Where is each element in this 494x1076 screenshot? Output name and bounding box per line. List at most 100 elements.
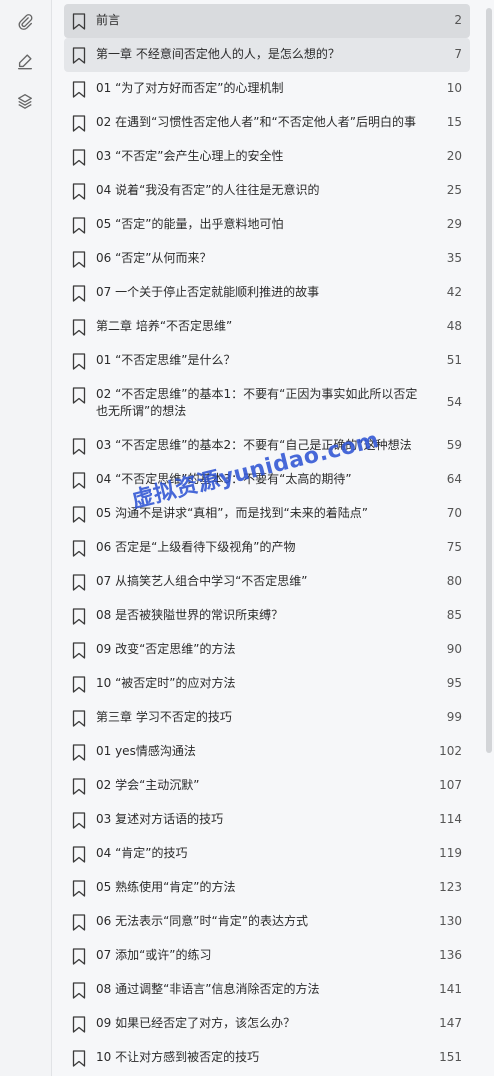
bookmark-icon[interactable] [72,812,86,829]
toc-item-title: 01 “不否定思维”是什么？ [96,353,236,367]
toc-item-title: 05 “否定”的能量，出乎意料地可怕 [96,217,284,231]
pen-icon[interactable] [12,48,38,74]
toc-item-title: 10 “被否定时”的应对方法 [96,676,236,690]
bookmark-icon[interactable] [72,353,86,370]
toc-item[interactable]: 01 “为了对方好而否定”的心理机制 10 [64,72,470,106]
toc-item[interactable]: 09 如果已经否定了对方，该怎么办？ 147 [64,1007,470,1041]
bookmark-icon[interactable] [72,115,86,132]
bookmark-icon[interactable] [72,778,86,795]
layers-icon[interactable] [12,88,38,114]
toc-item[interactable]: 10 不让对方感到被否定的技巧 151 [64,1041,470,1075]
toc-item-page: 35 [446,251,462,265]
toc-item-page: 141 [439,982,462,996]
left-toolbar [0,0,52,1076]
toc-item[interactable]: 09 改变“否定思维”的方法 90 [64,633,470,667]
toc-item[interactable]: 07 从搞笑艺人组合中学习“不否定思维” 80 [64,565,470,599]
toc-item-title: 04 说着“我没有否定”的人往往是无意识的 [96,183,320,197]
bookmark-icon[interactable] [72,149,86,166]
toc-item-page: 75 [446,540,462,554]
bookmark-icon[interactable] [72,285,86,302]
toc-item-page: 48 [446,319,462,333]
toc-item-title: 06 否定是“上级看待下级视角”的产物 [96,540,296,554]
toc-item-title: 06 “否定”从何而来？ [96,251,212,265]
toc-item-page: 15 [446,115,462,129]
bookmark-icon[interactable] [72,472,86,489]
toc-item[interactable]: 10 “被否定时”的应对方法 95 [64,667,470,701]
bookmark-icon[interactable] [72,540,86,557]
toc-item-page: 85 [446,608,462,622]
toc-item-title: 01 yes情感沟通法 [96,744,196,758]
toc-item[interactable]: 第二章 培养“不否定思维” 48 [64,310,470,344]
toc-item-title: 09 改变“否定思维”的方法 [96,642,236,656]
scrollbar-thumb[interactable] [486,8,492,753]
toc-item[interactable]: 03 “不否定”会产生心理上的安全性 20 [64,140,470,174]
toc-item-title: 07 从搞笑艺人组合中学习“不否定思维” [96,574,308,588]
bookmark-icon[interactable] [72,438,86,455]
bookmark-icon[interactable] [72,183,86,200]
toc-item-page: 119 [439,846,462,860]
bookmark-icon[interactable] [72,319,86,336]
bookmark-icon[interactable] [72,1016,86,1033]
toc-item[interactable]: 08 是否被狭隘世界的常识所束缚？ 85 [64,599,470,633]
toc-item[interactable]: 02 “不否定思维”的基本1：不要有“正因为事实如此所以否定也无所谓”的想法 54 [64,378,470,429]
toc-item[interactable]: 07 一个关于停止否定就能顺利推进的故事 42 [64,276,470,310]
toc-item-title: 04 “肯定”的技巧 [96,846,188,860]
toc-item-title: 第一章 不经意间否定他人的人，是怎么想的？ [96,47,340,61]
toc-item-page: 151 [439,1050,462,1064]
toc-item[interactable]: 01 yes情感沟通法 102 [64,735,470,769]
bookmark-icon[interactable] [72,676,86,693]
toc-item-title: 06 无法表示“同意”时“肯定”的表达方式 [96,914,308,928]
toc-item-title: 01 “为了对方好而否定”的心理机制 [96,81,284,95]
bookmark-icon[interactable] [72,387,86,404]
bookmark-icon[interactable] [72,880,86,897]
toc-item[interactable]: 05 熟练使用“肯定”的方法 123 [64,871,470,905]
toc-item[interactable]: 04 “肯定”的技巧 119 [64,837,470,871]
toc-item[interactable]: 02 学会“主动沉默” 107 [64,769,470,803]
toc-item-title: 09 如果已经否定了对方，该怎么办？ [96,1016,296,1030]
toc-item[interactable]: 08 通过调整“非语言”信息消除否定的方法 141 [64,973,470,1007]
toc-item[interactable]: 01 “不否定思维”是什么？ 51 [64,344,470,378]
bookmark-icon[interactable] [72,642,86,659]
paperclip-icon[interactable] [12,8,38,34]
toc-item[interactable]: 04 说着“我没有否定”的人往往是无意识的 25 [64,174,470,208]
bookmark-icon[interactable] [72,982,86,999]
bookmark-icon[interactable] [72,710,86,727]
bookmark-icon[interactable] [72,217,86,234]
toc-item-title: 02 “不否定思维”的基本1：不要有“正因为事实如此所以否定也无所谓”的想法 [96,387,418,418]
bookmark-icon[interactable] [72,251,86,268]
toc-item[interactable]: 05 沟通不是讲求“真相”，而是找到“未来的着陆点” 70 [64,497,470,531]
toc-item-title: 08 是否被狭隘世界的常识所束缚？ [96,608,284,622]
toc-item[interactable]: 06 无法表示“同意”时“肯定”的表达方式 130 [64,905,470,939]
toc-item[interactable]: 06 “否定”从何而来？ 35 [64,242,470,276]
toc-item[interactable]: 前言 2 [64,4,470,38]
toc-item[interactable]: 03 复述对方话语的技巧 114 [64,803,470,837]
toc-item-page: 80 [446,574,462,588]
toc-item-page: 107 [439,778,462,792]
bookmark-icon[interactable] [72,13,86,30]
bookmark-icon[interactable] [72,81,86,98]
toc-item-page: 54 [446,395,462,409]
toc-item-title: 10 不让对方感到被否定的技巧 [96,1050,260,1064]
toc-item[interactable]: 第三章 学习不否定的技巧 99 [64,701,470,735]
toc-item[interactable]: 06 否定是“上级看待下级视角”的产物 75 [64,531,470,565]
scrollbar[interactable] [486,0,492,1076]
toc-item[interactable]: 02 在遇到“习惯性否定他人者”和“不否定他人者”后明白的事 15 [64,106,470,140]
bookmark-icon[interactable] [72,506,86,523]
toc-item-page: 114 [439,812,462,826]
bookmark-icon[interactable] [72,608,86,625]
toc-item-page: 42 [446,285,462,299]
toc-item[interactable]: 第一章 不经意间否定他人的人，是怎么想的？ 7 [64,38,470,72]
toc-item[interactable]: 05 “否定”的能量，出乎意料地可怕 29 [64,208,470,242]
bookmark-icon[interactable] [72,47,86,64]
bookmark-icon[interactable] [72,846,86,863]
bookmark-icon[interactable] [72,574,86,591]
bookmark-icon[interactable] [72,744,86,761]
toc-item[interactable]: 07 添加“或许”的练习 136 [64,939,470,973]
toc-item-title: 第三章 学习不否定的技巧 [96,710,232,724]
toc-item-page: 70 [446,506,462,520]
toc-item-page: 147 [439,1016,462,1030]
toc-item-page: 7 [454,47,462,61]
bookmark-icon[interactable] [72,948,86,965]
bookmark-icon[interactable] [72,914,86,931]
bookmark-icon[interactable] [72,1050,86,1067]
